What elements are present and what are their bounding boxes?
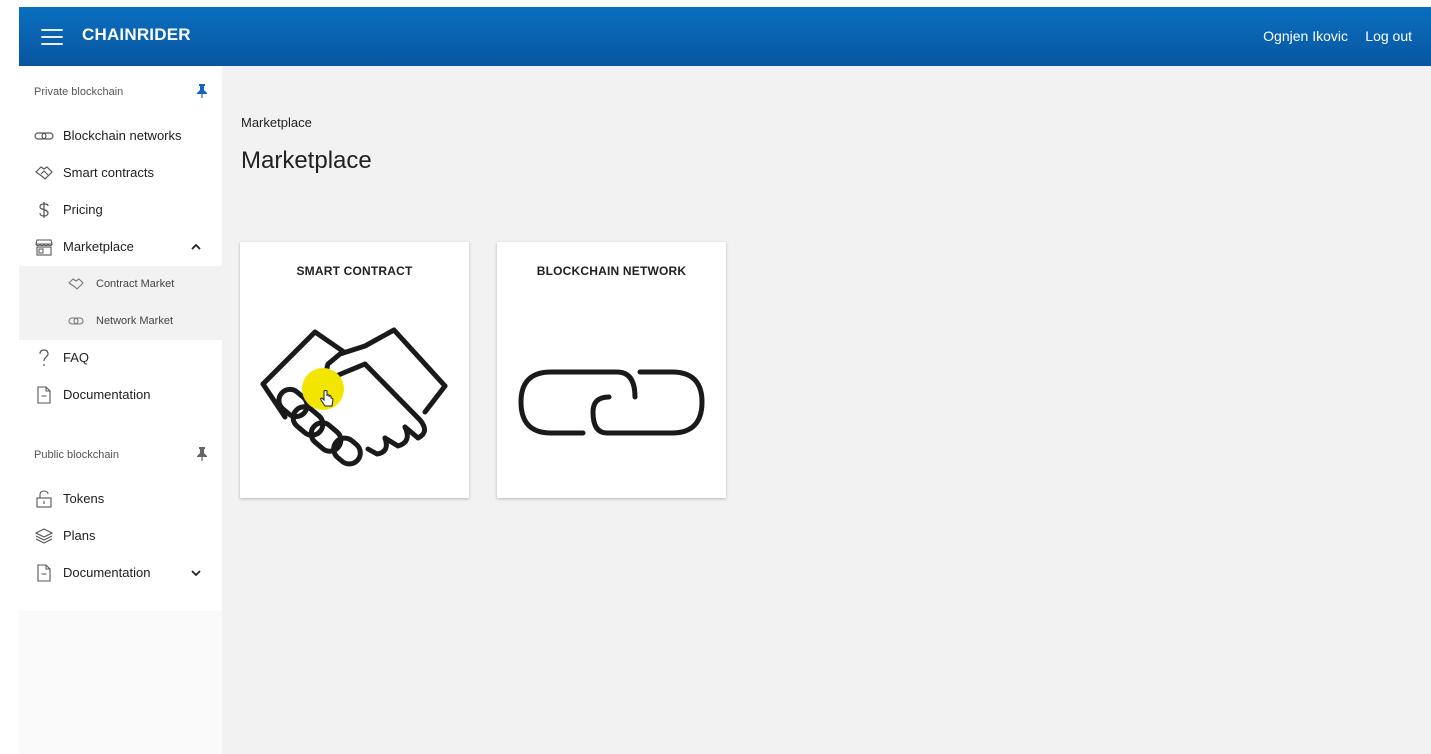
sidebar-item-label: Documentation bbox=[63, 565, 151, 580]
card-smart-contract[interactable]: SMART CONTRACT bbox=[240, 242, 469, 498]
layers-icon bbox=[34, 527, 54, 545]
sidebar-item-documentation[interactable]: Documentation bbox=[19, 376, 222, 413]
sidebar-item-label: Pricing bbox=[63, 202, 103, 217]
sidebar-item-tokens[interactable]: Tokens bbox=[19, 480, 222, 517]
marketplace-submenu: Contract Market Network Market bbox=[19, 266, 222, 340]
sidebar-item-label: Plans bbox=[63, 528, 96, 543]
sidebar-item-label: Marketplace bbox=[63, 239, 134, 254]
question-icon bbox=[34, 348, 54, 367]
sidebar-item-public-documentation[interactable]: Documentation bbox=[19, 554, 222, 591]
document-icon bbox=[34, 385, 54, 404]
sidebar-subitem-label: Contract Market bbox=[96, 278, 175, 290]
sidebar-item-label: Documentation bbox=[63, 387, 151, 402]
section-title-public: Public blockchain bbox=[34, 449, 119, 461]
handshake-icon bbox=[260, 327, 448, 467]
pin-icon[interactable] bbox=[196, 84, 208, 98]
sidebar-subitem-contract-market[interactable]: Contract Market bbox=[19, 266, 222, 303]
sidebar: Private blockchain Blockchain networks S… bbox=[19, 66, 222, 754]
link-icon bbox=[34, 127, 54, 145]
hamburger-icon[interactable] bbox=[41, 29, 63, 45]
chevron-down-icon[interactable] bbox=[189, 566, 203, 580]
breadcrumb[interactable]: Marketplace bbox=[241, 115, 312, 130]
dollar-icon bbox=[34, 201, 54, 219]
document-icon bbox=[34, 563, 54, 582]
link-icon bbox=[68, 317, 84, 325]
sidebar-item-blockchain-networks[interactable]: Blockchain networks bbox=[19, 117, 222, 154]
lock-icon bbox=[34, 489, 54, 508]
sidebar-subitem-network-market[interactable]: Network Market bbox=[19, 303, 222, 340]
app-frame: CHAINRIDER Ognjen Ikovic Log out Private… bbox=[19, 7, 1431, 754]
sidebar-item-faq[interactable]: FAQ bbox=[19, 339, 222, 376]
logout-link[interactable]: Log out bbox=[1365, 28, 1412, 44]
sidebar-footer-shade bbox=[19, 611, 222, 754]
top-bar: CHAINRIDER Ognjen Ikovic Log out bbox=[19, 7, 1431, 66]
sidebar-item-pricing[interactable]: Pricing bbox=[19, 191, 222, 228]
page-title: Marketplace bbox=[241, 147, 372, 174]
sidebar-item-label: FAQ bbox=[63, 350, 90, 365]
handshake-icon bbox=[34, 164, 54, 182]
sidebar-item-smart-contracts[interactable]: Smart contracts bbox=[19, 154, 222, 191]
hand-cursor-icon bbox=[320, 390, 334, 407]
pin-icon[interactable] bbox=[196, 447, 208, 461]
brand-logo[interactable]: CHAINRIDER bbox=[82, 25, 191, 45]
handshake-icon bbox=[68, 278, 84, 290]
store-icon bbox=[34, 238, 54, 256]
user-name[interactable]: Ognjen Ikovic bbox=[1263, 28, 1348, 44]
sidebar-item-label: Tokens bbox=[63, 491, 105, 506]
chevron-up-icon[interactable] bbox=[189, 240, 203, 254]
sidebar-item-marketplace[interactable]: Marketplace bbox=[19, 228, 222, 265]
sidebar-item-plans[interactable]: Plans bbox=[19, 517, 222, 554]
sidebar-item-label: Smart contracts bbox=[63, 165, 155, 180]
card-blockchain-network[interactable]: BLOCKCHAIN NETWORK bbox=[497, 242, 726, 498]
link-icon bbox=[518, 369, 705, 436]
sidebar-item-label: Blockchain networks bbox=[63, 128, 182, 143]
sidebar-subitem-label: Network Market bbox=[96, 315, 174, 327]
section-title-private: Private blockchain bbox=[34, 86, 124, 98]
